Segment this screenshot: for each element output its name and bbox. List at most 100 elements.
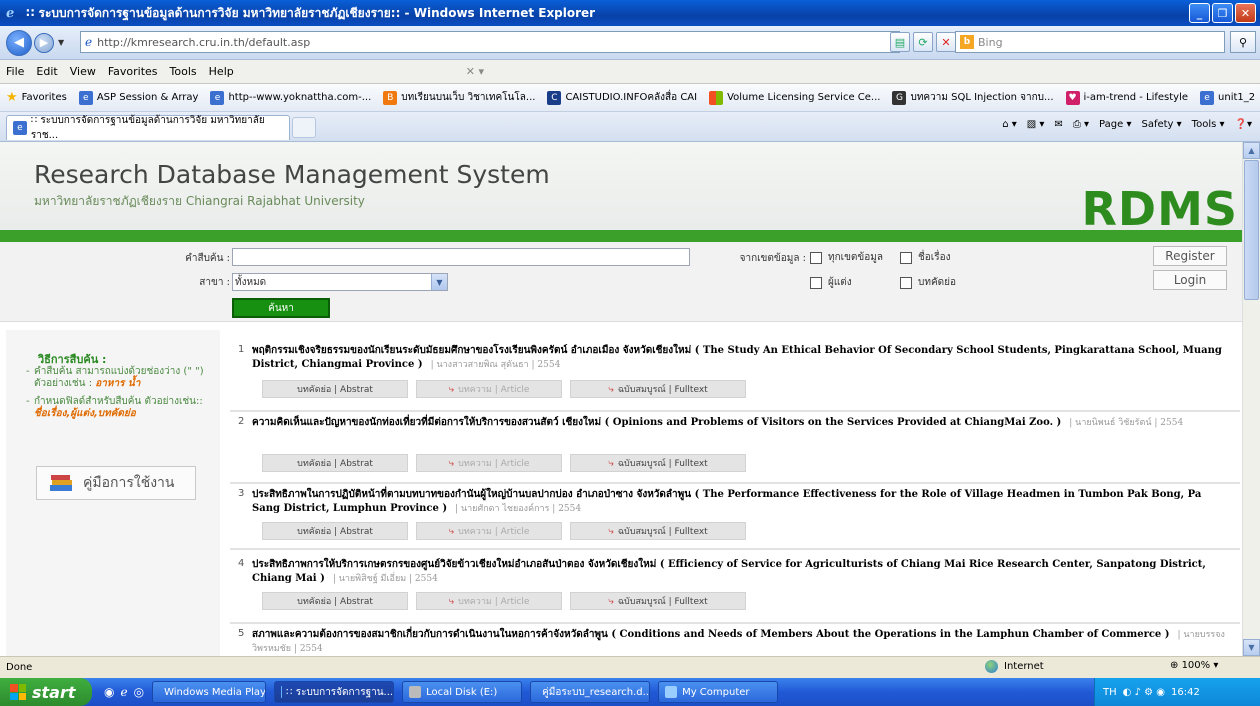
home-icon[interactable]: ⌂ ▾ (1002, 119, 1017, 130)
fulltext-button[interactable]: ⤷ ฉบับสมบูรณ์ | Fulltext (570, 592, 746, 610)
branch-select[interactable]: ทั้งหมด ▼ (232, 273, 448, 291)
search-icon[interactable]: ⚲ (1230, 31, 1256, 53)
result-title[interactable]: ประสิทธิภาพในการปฏิบัติหน้าที่ตามบทบาทขอ… (252, 488, 1232, 516)
task-my-computer[interactable]: My Computer (658, 681, 779, 703)
register-button[interactable]: Register (1153, 246, 1227, 266)
fulltext-button[interactable]: ⤷ ฉบับสมบูรณ์ | Fulltext (570, 454, 746, 472)
scope-label: จากเขตข้อมูล : (739, 253, 806, 264)
page-icon: G (892, 90, 907, 105)
page-icon: e (78, 90, 93, 105)
language-indicator[interactable]: TH (1103, 687, 1117, 698)
scroll-down-icon[interactable]: ▼ (1243, 639, 1260, 656)
scroll-thumb[interactable] (1244, 160, 1259, 300)
search-button[interactable]: ค้นหา (232, 298, 330, 318)
compat-view-icon[interactable]: ▤ (890, 32, 910, 52)
zoom-control[interactable]: ⊕ 100% ▾ (1170, 660, 1218, 671)
article-button[interactable]: ⤷ บทความ | Article (416, 454, 562, 472)
login-button[interactable]: Login (1153, 270, 1227, 290)
new-tab-button[interactable] (292, 117, 316, 138)
media-icon[interactable]: ◎ (134, 685, 144, 699)
system-tray: TH ◐ ♪ ⚙ ◉ 16:42 (1094, 678, 1260, 706)
drive-icon (409, 686, 422, 698)
windows-icon (709, 90, 724, 105)
favorites-bar: ★ Favorites e ASP Session & Array e http--… (0, 84, 1260, 112)
task-local-disk[interactable]: Local Disk (E:) (402, 681, 523, 703)
site-header: Research Database Management System มหาว… (0, 142, 1242, 236)
checkbox-author[interactable]: ผู้แต่ง (810, 275, 852, 290)
favorite-item[interactable]: e ASP Session & Array (78, 90, 198, 105)
abstract-button[interactable]: บทคัดย่อ | Abstrat (262, 380, 408, 398)
forward-button[interactable]: ▶ (34, 32, 54, 53)
tools-menu[interactable]: Tools ▾ (1192, 119, 1225, 130)
vertical-scrollbar[interactable]: ▲ ▼ (1242, 142, 1260, 656)
help-icon[interactable]: ❓▾ (1235, 119, 1252, 130)
abstract-button[interactable]: บทคัดย่อ | Abstrat (262, 592, 408, 610)
result-title[interactable]: ความคิดเห็นและปัญหาของนักท่องเที่ยวที่มี… (252, 416, 1232, 430)
toolbar-close-icon[interactable]: ✕ ▾ (466, 65, 484, 78)
result-number: 5 (238, 628, 245, 639)
page-menu[interactable]: Page ▾ (1099, 119, 1131, 130)
result-title[interactable]: ประสิทธิภาพการให้บริการเกษตรกรของศูนย์วิ… (252, 558, 1232, 586)
task-word-doc[interactable]: คู่มือระบบ_research.d... (530, 681, 651, 703)
favorite-item[interactable]: ♥ i-am-trend - Lifestyle (1065, 90, 1188, 105)
menu-favorites[interactable]: Favorites (108, 65, 158, 78)
menu-view[interactable]: View (70, 65, 96, 78)
favorite-item[interactable]: e http--www.yoknattha.com-... (210, 90, 371, 105)
article-button[interactable]: ⤷ บทความ | Article (416, 592, 562, 610)
browser-tab[interactable]: e ∷ ระบบการจัดการฐานข้อมูลด้านการวิจัย ม… (6, 115, 290, 141)
fulltext-button[interactable]: ⤷ ฉบับสมบูรณ์ | Fulltext (570, 522, 746, 540)
page-icon: ℯ (85, 35, 93, 49)
task-ie[interactable]: ∷ ระบบการจัดการฐาน... (274, 681, 395, 703)
security-zone[interactable]: Internet (985, 660, 1044, 673)
feeds-icon[interactable]: ▧ ▾ (1027, 119, 1045, 130)
start-button[interactable]: start (0, 678, 92, 706)
menu-help[interactable]: Help (209, 65, 234, 78)
checkbox-title[interactable]: ชื่อเรื่อง (900, 250, 950, 265)
checkbox-all-fields[interactable]: ทุกเขตข้อมูล (810, 250, 883, 265)
menu-edit[interactable]: Edit (36, 65, 57, 78)
search-panel: คำสืบค้น : สาขา : ทั้งหมด ▼ ค้นหา จากเขต… (0, 242, 1242, 322)
favorites-button[interactable]: ★ Favorites (6, 90, 67, 105)
article-button[interactable]: ⤷ บทความ | Article (416, 380, 562, 398)
favorite-item[interactable]: B บทเรียนบนเว็บ วิชาเทคโนโล... (383, 90, 535, 105)
cai-icon: C (547, 90, 562, 105)
stop-icon[interactable]: ✕ (936, 32, 956, 52)
windows-logo-icon (10, 684, 26, 700)
mail-icon[interactable]: ✉ (1054, 119, 1062, 130)
back-button[interactable]: ◀ (6, 29, 32, 56)
keyword-input[interactable] (232, 248, 690, 266)
minimize-button[interactable]: _ (1189, 3, 1210, 23)
user-manual-button[interactable]: คู่มือการใช้งาน (36, 466, 196, 500)
safety-menu[interactable]: Safety ▾ (1141, 119, 1181, 130)
print-icon[interactable]: ⎙ ▾ (1073, 119, 1089, 130)
menu-file[interactable]: File (6, 65, 24, 78)
quicklaunch-icon[interactable]: ◉ (104, 685, 114, 699)
tray-icons[interactable]: ◐ ♪ ⚙ ◉ (1123, 687, 1165, 698)
result-title[interactable]: พฤติกรรมเชิงจริยธรรมของนักเรียนระดับมัธย… (252, 344, 1232, 372)
close-window-button[interactable]: ✕ (1235, 3, 1256, 23)
maximize-button[interactable]: ❐ (1212, 3, 1233, 23)
favorite-item[interactable]: e unit1_2 (1200, 90, 1255, 105)
history-dropdown-icon[interactable]: ▼ (58, 38, 64, 47)
pdf-icon: ⤷ (608, 525, 614, 537)
checkbox-abstract[interactable]: บทคัดย่อ (900, 275, 956, 290)
result-title[interactable]: สภาพและความต้องการของสมาชิกเกี่ยวกับการด… (252, 628, 1232, 656)
abstract-button[interactable]: บทคัดย่อ | Abstrat (262, 522, 408, 540)
abstract-button[interactable]: บทคัดย่อ | Abstrat (262, 454, 408, 472)
menu-tools[interactable]: Tools (170, 65, 197, 78)
favorite-item[interactable]: Volume Licensing Service Ce... (709, 90, 880, 105)
refresh-icon[interactable]: ⟳ (913, 32, 933, 52)
ie-icon[interactable]: ℯ (120, 685, 127, 699)
page-icon: e (1200, 90, 1215, 105)
favorite-item[interactable]: G บทความ SQL Injection จากบ... (892, 90, 1054, 105)
site-subtitle: มหาวิทยาลัยราชภัฏเชียงราย Chiangrai Raja… (34, 194, 365, 208)
bing-icon: b (960, 35, 974, 49)
favorite-item[interactable]: C CAISTUDIO.INFOคลังสื่อ CAI (547, 90, 697, 105)
article-button[interactable]: ⤷ บทความ | Article (416, 522, 562, 540)
search-box[interactable]: b Bing (955, 31, 1225, 53)
scroll-up-icon[interactable]: ▲ (1243, 142, 1260, 159)
task-media-player[interactable]: Windows Media Player (152, 681, 267, 703)
address-bar[interactable]: ℯ http://kmresearch.cru.in.th/default.as… (80, 31, 900, 53)
ie-icon: ℯ (6, 6, 15, 21)
fulltext-button[interactable]: ⤷ ฉบับสมบูรณ์ | Fulltext (570, 380, 746, 398)
